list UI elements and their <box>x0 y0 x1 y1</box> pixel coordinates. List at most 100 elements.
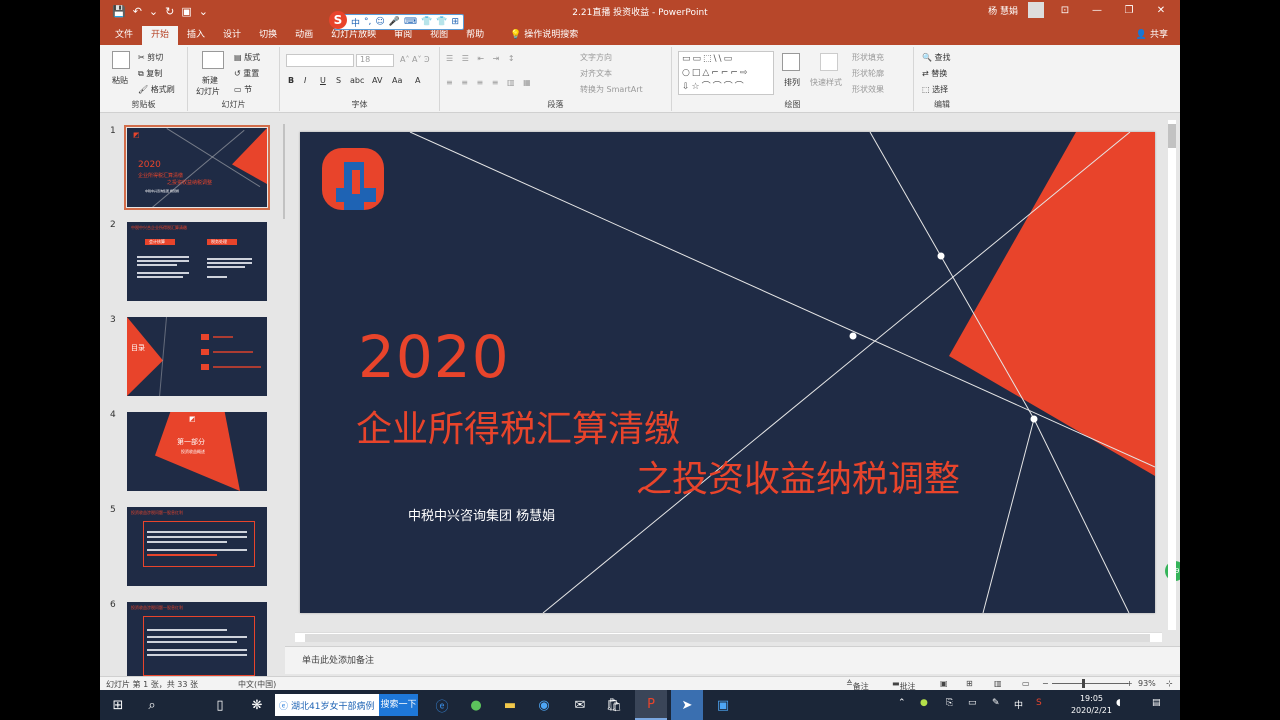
task-view-icon[interactable]: ▯ <box>208 690 232 720</box>
ime-voice-icon[interactable]: 🎤 <box>389 17 400 27</box>
paste-button[interactable]: 粘贴 <box>112 75 128 86</box>
font-color-icon[interactable]: A <box>415 76 420 85</box>
reading-view-icon[interactable]: ▥ <box>994 679 1002 688</box>
tab-design[interactable]: 设计 <box>214 26 250 45</box>
italic-button[interactable]: I <box>304 76 306 85</box>
shadow-button[interactable]: S <box>336 76 341 85</box>
thumbnail-slide-4[interactable]: ◩ 第一部分 投资收益概述 <box>127 412 267 491</box>
zoom-level[interactable]: 93% <box>1138 679 1156 688</box>
search-icon[interactable]: ⌕ <box>140 690 164 720</box>
notes-placeholder[interactable]: 单击此处添加备注 <box>302 653 374 666</box>
taskbar-clock[interactable]: 19:05 2020/2/21 <box>1071 693 1112 717</box>
tray-speaker-icon[interactable]: ◖ <box>1116 698 1121 708</box>
select-button[interactable]: ⬚ 选择 <box>922 84 948 95</box>
save-icon[interactable]: 💾 <box>112 6 126 17</box>
close-button[interactable]: ✕ <box>1150 5 1172 16</box>
wechat-icon[interactable]: ● <box>464 690 488 720</box>
ime-toolbox-icon[interactable]: ⊞ <box>451 17 459 27</box>
paste-icon[interactable] <box>112 51 130 69</box>
tray-ime-indicator[interactable]: 中 <box>1014 698 1023 711</box>
browser-icon[interactable]: ◉ <box>532 690 556 720</box>
text-direction-button[interactable]: 文字方向 <box>580 52 612 63</box>
network-icon[interactable]: ❋ <box>245 690 269 720</box>
zoom-out-button[interactable]: − <box>1042 679 1049 688</box>
slide-title-line-1[interactable]: 企业所得税汇算清缴 <box>356 400 680 452</box>
undo-icon[interactable]: ↶ <box>133 6 142 17</box>
tab-animations[interactable]: 动画 <box>286 26 322 45</box>
start-icon[interactable]: ⊞ <box>106 690 130 720</box>
new-slide-icon[interactable] <box>202 51 224 69</box>
increase-font-icon[interactable]: A˄ A˅ Ꜿ <box>400 55 430 64</box>
ime-mode-icon[interactable]: 中 <box>351 16 360 29</box>
tab-insert[interactable]: 插入 <box>178 26 214 45</box>
replace-button[interactable]: ⇄ 替换 <box>922 68 947 79</box>
comments-toggle[interactable]: ▬ 批注 <box>892 679 916 690</box>
zoom-in-button[interactable]: + <box>1126 679 1133 688</box>
language-indicator[interactable]: 中文(中国) <box>238 679 276 690</box>
tray-sogou-icon[interactable]: S <box>1036 698 1042 708</box>
tab-home[interactable]: 开始 <box>142 26 179 45</box>
section-button[interactable]: ▭ 节 <box>234 84 252 95</box>
font-name-box[interactable] <box>286 54 354 67</box>
edge-icon[interactable]: ⓔ <box>430 690 454 720</box>
vertical-scrollbar[interactable] <box>1168 120 1176 630</box>
notes-toggle[interactable]: ≙ 备注 <box>846 679 869 690</box>
font-size-box[interactable]: 18 <box>356 54 394 67</box>
ime-skin2-icon[interactable]: 👕 <box>436 17 447 27</box>
tray-battery-icon[interactable]: ▭ <box>968 698 977 708</box>
tell-me-search[interactable]: 💡 操作说明搜索 <box>501 26 587 45</box>
align-icons[interactable]: ≡ ≡ ≡ ≡ ▥ ▦ <box>446 78 534 87</box>
slide-year[interactable]: 2020 <box>358 323 510 391</box>
new-slide-label[interactable]: 新建 <box>202 75 218 86</box>
zoom-slider-thumb[interactable] <box>1082 679 1085 688</box>
fit-to-window-icon[interactable]: ⊹ <box>1166 679 1173 688</box>
share-button[interactable]: 👤 共享 <box>1136 26 1180 45</box>
ime-skin-icon[interactable]: 👕 <box>421 17 432 27</box>
thumbnail-slide-2[interactable]: 中税中兴合企业所得税汇算清缴 会计核算 税务处理 <box>127 222 267 301</box>
shape-effects-button[interactable]: 形状效果 <box>852 84 884 95</box>
thumbnail-slide-5[interactable]: 投资收益涉税问题—股息红利 <box>127 507 267 586</box>
taskbar-search-button[interactable]: 搜索一下 <box>379 694 418 716</box>
mail-icon[interactable]: ✉ <box>568 690 592 720</box>
notification-center-icon[interactable]: ▤ <box>1152 698 1161 708</box>
slide-sorter-icon[interactable]: ⊞ <box>966 679 973 688</box>
ribbon-display-options-icon[interactable]: ⊡ <box>1054 5 1076 16</box>
customize-qat-icon[interactable]: ⌄ <box>199 6 208 17</box>
bold-button[interactable]: B <box>288 76 294 85</box>
minimize-button[interactable]: — <box>1086 5 1108 16</box>
tray-expand-icon[interactable]: ⌃ <box>898 698 906 708</box>
char-spacing-button[interactable]: AV <box>372 76 382 85</box>
normal-view-icon[interactable]: ▣ <box>940 679 948 688</box>
cut-button[interactable]: ✂ 剪切 <box>138 52 163 63</box>
taskbar-search-box[interactable]: ⓔ 湖北41岁女干部病例 搜索一下 <box>275 694 418 716</box>
slide-canvas[interactable]: 2020 企业所得税汇算清缴 之投资收益纳税调整 中税中兴咨询集团 杨慧娟 <box>300 132 1155 613</box>
thumbnail-slide-1[interactable]: ◩ 2020 企业所得税汇算清缴 之投资收益纳税调整 中税中兴咨询集团 杨慧娟 <box>124 125 270 210</box>
store-icon[interactable]: 🛍 <box>602 690 626 720</box>
sogou-logo-icon[interactable]: S <box>329 11 347 29</box>
shapes-gallery[interactable]: ▭▭⬚\\▭ ○□△⌐⌐⌐⇨ ⇩☆⌒⌒⌒⌒ <box>678 51 774 95</box>
vertical-scroll-thumb[interactable] <box>1168 124 1176 148</box>
reset-button[interactable]: ↺ 重置 <box>234 68 259 79</box>
explorer-icon[interactable]: ▬ <box>498 690 522 720</box>
underline-button[interactable]: U <box>320 76 326 85</box>
new-slide-label-2[interactable]: 幻灯片 <box>196 86 220 97</box>
taskbar-search-text[interactable]: 湖北41岁女干部病例 <box>291 699 374 712</box>
start-from-beginning-icon[interactable]: ▣ <box>181 6 191 17</box>
shape-fill-button[interactable]: 形状填充 <box>852 52 884 63</box>
horizontal-scroll-thumb[interactable] <box>305 634 1150 642</box>
format-painter-button[interactable]: 🖌 格式刷 <box>138 84 175 95</box>
convert-smartart-button[interactable]: 转换为 SmartArt <box>580 84 643 95</box>
horizontal-scrollbar[interactable] <box>295 632 1162 642</box>
slideshow-view-icon[interactable]: ▭ <box>1022 679 1030 688</box>
tray-pen-icon[interactable]: ✎ <box>992 698 1000 708</box>
change-case-button[interactable]: Aa <box>392 76 402 85</box>
tray-usb-icon[interactable]: ⎘ <box>946 698 953 708</box>
slide-title-line-2[interactable]: 之投资收益纳税调整 <box>636 450 960 502</box>
redo-icon[interactable]: ↻ <box>165 6 174 17</box>
ime-emoji-icon[interactable]: ☺ <box>375 17 384 27</box>
layout-button[interactable]: ▤ 版式 <box>234 52 260 63</box>
user-name[interactable]: 杨 慧娟 <box>988 4 1018 17</box>
quick-styles-button[interactable]: 快速样式 <box>810 77 842 88</box>
ime-toolbar[interactable]: S 中 °, ☺ 🎤 ⌨ 👕 👕 ⊞ <box>329 11 464 30</box>
ime-punct-icon[interactable]: °, <box>364 17 371 27</box>
